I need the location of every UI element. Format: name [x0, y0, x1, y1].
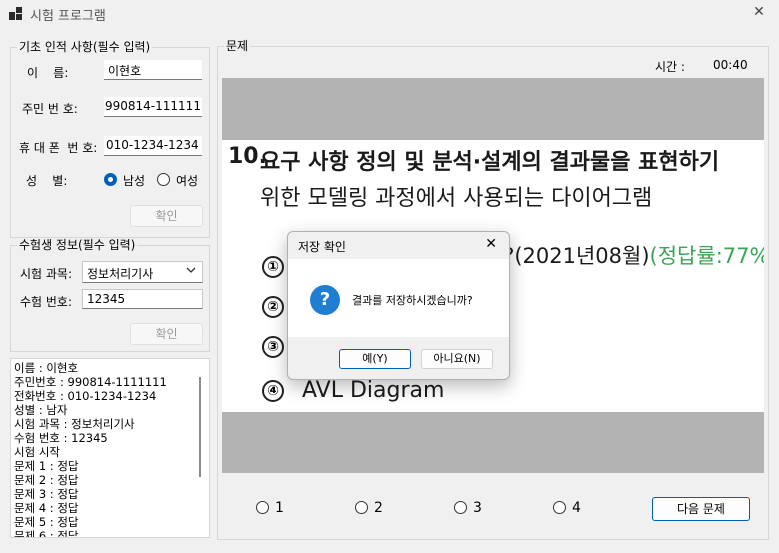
result-log-list[interactable]: 이름 : 이현호 주민번호 : 990814-1111111 전화번호 : 010-… — [10, 358, 210, 538]
log-line: 시험 시작 — [14, 445, 60, 459]
time-label: 시간 : — [655, 60, 685, 74]
ssn-input[interactable]: 990814-1111111 — [104, 97, 202, 117]
dialog-body: ? 결과를 저장하시겠습니까? — [288, 259, 509, 337]
phone-input[interactable]: 010-1234-1234 — [104, 136, 202, 156]
option-3-number: ③ — [262, 336, 284, 358]
exam-info-confirm-button[interactable]: 확인 — [130, 323, 203, 345]
option-4-text: AVL Diagram — [302, 378, 445, 403]
option-1-number: ① — [262, 256, 284, 278]
subject-select-value: 정보처리기사 — [87, 267, 154, 281]
dialog-message: 결과를 저장하시겠습니까? — [352, 294, 473, 307]
exam-number-label: 수험 번호: — [20, 295, 73, 309]
title-bar: 시험 프로그램 ✕ — [0, 0, 779, 28]
basic-info-legend: 기초 인적 사항(필수 입력) — [17, 40, 153, 54]
answer-2-label: 2 — [374, 500, 383, 516]
phone-label: 휴 대 폰 번 호: — [19, 141, 98, 155]
exam-number-input[interactable]: 12345 — [82, 289, 203, 309]
window-title: 시험 프로그램 — [30, 9, 106, 24]
option-2-number: ② — [262, 296, 284, 318]
question-legend: 문제 — [224, 39, 251, 53]
gender-label: 성 별: — [26, 174, 68, 188]
log-line: 문제 1 : 정답 — [14, 459, 79, 473]
gender-female-radio[interactable] — [157, 173, 170, 186]
log-line: 이름 : 이현호 — [14, 361, 79, 375]
name-input[interactable]: 이현호 — [104, 60, 202, 80]
ssn-label: 주민 번 호: — [22, 102, 78, 116]
next-question-button[interactable]: 다음 문제 — [652, 497, 750, 521]
subject-select[interactable]: 정보처리기사 — [82, 261, 203, 283]
log-line: 문제 5 : 정답 — [14, 515, 79, 529]
log-line: 문제 2 : 정답 — [14, 473, 79, 487]
result-log-lines: 이름 : 이현호 주민번호 : 990814-1111111 전화번호 : 010-… — [14, 361, 167, 538]
log-line: 문제 3 : 정답 — [14, 487, 79, 501]
gender-female-label: 여성 — [176, 174, 199, 188]
gender-male-radio[interactable] — [104, 173, 117, 186]
question-text-line2: 위한 모델링 과정에서 사용되는 다이어그램 — [260, 186, 653, 211]
question-text-line1: 요구 사항 정의 및 분석·설계의 결과물을 표현하기 — [260, 150, 720, 175]
option-4-number: ④ — [262, 380, 284, 402]
app-icon — [9, 7, 22, 20]
question-correct-rate: (정답률:77%) — [649, 244, 764, 268]
dialog-close-button[interactable]: ✕ — [485, 236, 497, 252]
subject-label: 시험 과목: — [20, 267, 73, 281]
answer-1-label: 1 — [275, 500, 284, 516]
exam-info-legend: 수험생 정보(필수 입력) — [17, 238, 138, 252]
log-line: 주민번호 : 990814-1111111 — [14, 375, 167, 389]
answer-3-label: 3 — [473, 500, 482, 516]
answer-3-radio[interactable] — [454, 501, 467, 514]
log-line: 문제 6 : 정답 — [14, 529, 79, 538]
answer-4-radio[interactable] — [553, 501, 566, 514]
basic-info-confirm-button[interactable]: 확인 — [130, 205, 203, 227]
window-close-button[interactable]: ✕ — [739, 0, 779, 26]
answer-1-radio[interactable] — [256, 501, 269, 514]
log-scrollbar[interactable] — [199, 377, 201, 477]
dialog-no-button[interactable]: 아니요(N) — [421, 349, 493, 369]
time-value: 00:40 — [713, 58, 748, 72]
name-label: 이 름: — [27, 66, 69, 80]
log-line: 수험 번호 : 12345 — [14, 431, 108, 445]
answer-2-radio[interactable] — [355, 501, 368, 514]
dialog-title: 저장 확인 — [298, 240, 346, 254]
chevron-down-icon — [186, 265, 196, 278]
log-line: 문제 4 : 정답 — [14, 501, 79, 515]
save-confirm-dialog: 저장 확인 ✕ ? 결과를 저장하시겠습니까? 예(Y) 아니요(N) — [287, 231, 510, 380]
dialog-yes-button[interactable]: 예(Y) — [339, 349, 411, 369]
log-line: 시험 과목 : 정보처리기사 — [14, 417, 135, 431]
answer-4-label: 4 — [572, 500, 581, 516]
log-line: 전화번호 : 010-1234-1234 — [14, 389, 157, 403]
gender-male-label: 남성 — [123, 174, 146, 188]
log-line: 성별 : 남자 — [14, 403, 68, 417]
question-icon: ? — [310, 285, 340, 315]
